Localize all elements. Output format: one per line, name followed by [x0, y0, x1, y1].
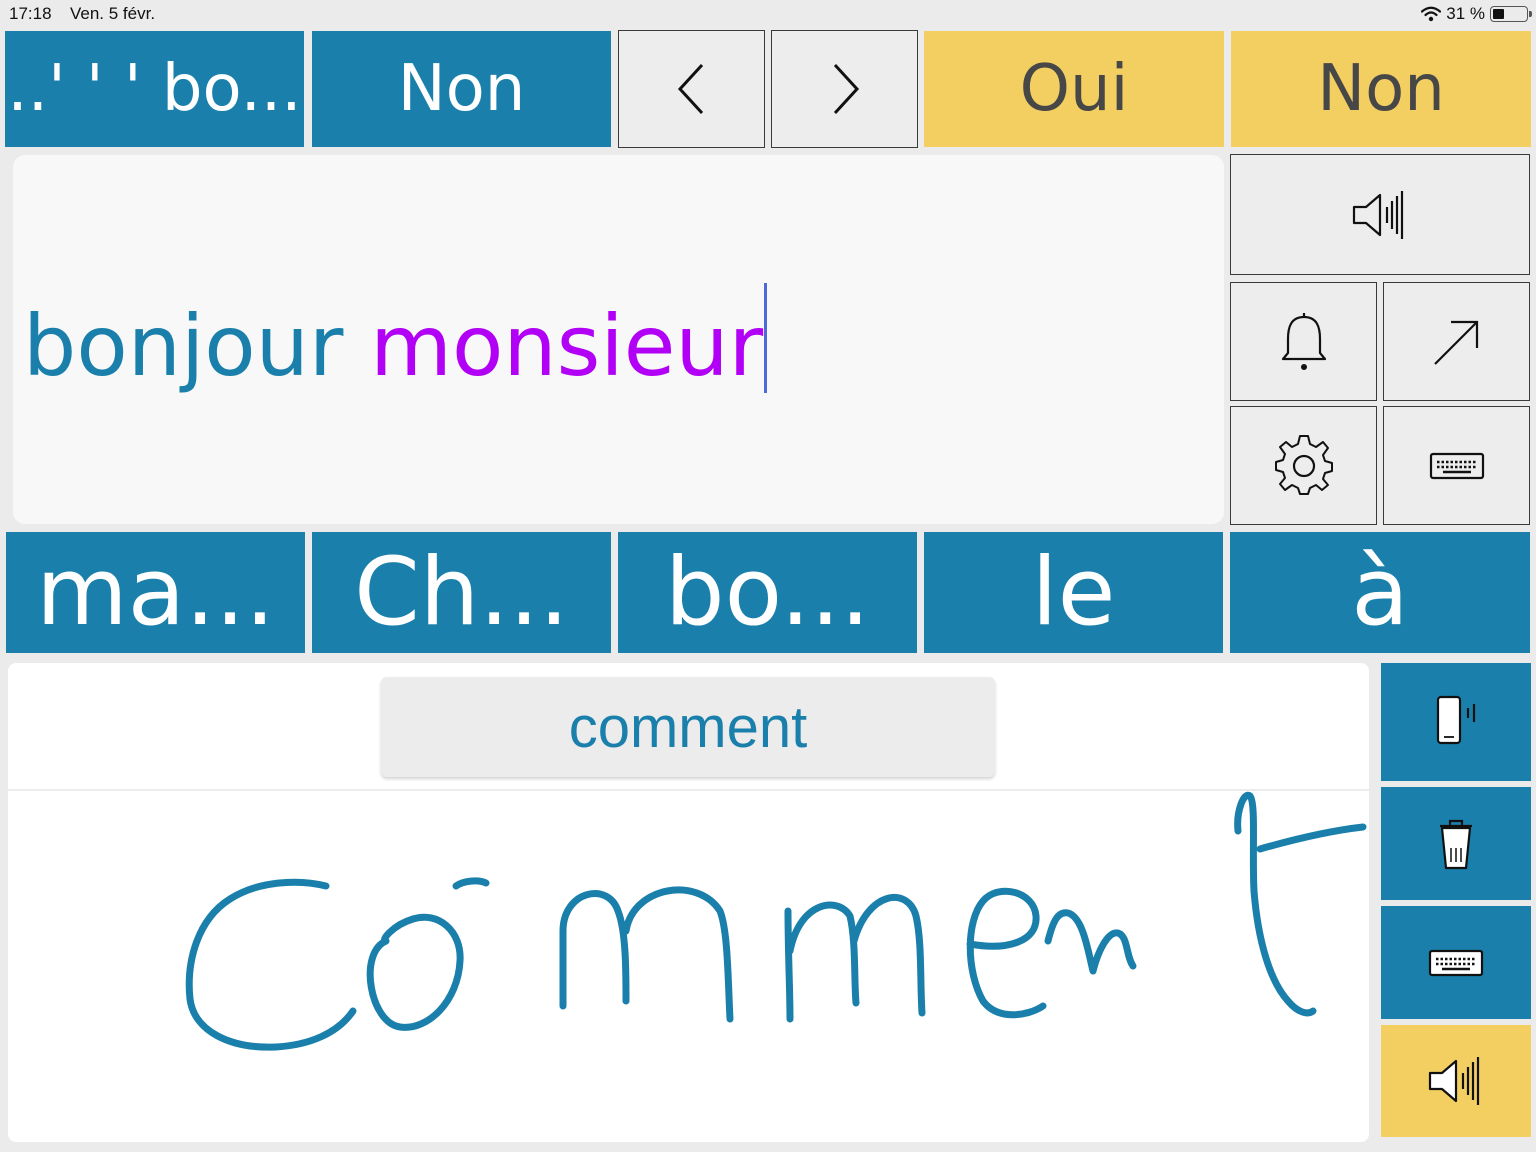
trash-icon	[1440, 819, 1472, 869]
previous-button[interactable]	[618, 30, 765, 148]
status-time: 17:18	[9, 4, 52, 23]
gear-icon	[1274, 434, 1333, 495]
chevron-left-icon	[677, 63, 703, 115]
wifi-icon	[1421, 6, 1442, 22]
delete-button[interactable]	[1381, 787, 1531, 900]
message-text-area[interactable]: bonjour monsieur	[13, 155, 1224, 524]
status-date: Ven. 5 févr.	[70, 4, 156, 23]
keyboard-switch-button[interactable]	[1381, 906, 1531, 1019]
speak-button[interactable]	[1230, 154, 1530, 275]
settings-button[interactable]	[1230, 406, 1377, 525]
message-word-monsieur: monsieur	[370, 297, 764, 395]
non-button[interactable]: Non	[312, 31, 611, 147]
recognition-suggestion-button[interactable]: comment	[381, 677, 995, 777]
history-label: ..' ' ' bo...	[7, 52, 302, 126]
status-right: 31 %	[1421, 4, 1532, 24]
handwriting-canvas[interactable]	[8, 791, 1369, 1142]
chevron-right-icon	[833, 63, 859, 115]
prediction-5-label: à	[1351, 538, 1409, 647]
prediction-4[interactable]: le	[924, 532, 1223, 653]
speak-yellow-button[interactable]	[1381, 1025, 1531, 1137]
battery-icon	[1490, 6, 1532, 22]
non-yellow-label: Non	[1317, 52, 1445, 126]
oui-label: Oui	[1019, 52, 1129, 126]
keyboard-icon	[1428, 949, 1484, 976]
prediction-4-label: le	[1031, 538, 1116, 647]
prediction-5[interactable]: à	[1230, 532, 1530, 653]
bell-icon	[1281, 312, 1326, 370]
handwriting-panel: comment	[8, 663, 1369, 1142]
battery-percent: 31 %	[1446, 4, 1485, 23]
arrow-up-right-icon	[1433, 320, 1478, 365]
prediction-2-label: Ch...	[354, 538, 569, 647]
keyboard-icon	[1429, 452, 1484, 479]
speaker-icon	[1352, 190, 1404, 239]
prediction-1[interactable]: ma...	[6, 532, 305, 653]
message-text: bonjour monsieur	[23, 283, 768, 395]
phone-vibrate-icon	[1436, 695, 1476, 745]
history-button[interactable]: ..' ' ' bo...	[5, 31, 304, 147]
message-word-bonjour: bonjour	[23, 297, 344, 395]
prediction-3-label: bo...	[664, 538, 871, 647]
share-button[interactable]	[1383, 282, 1530, 401]
vibrate-button[interactable]	[1381, 663, 1531, 781]
prediction-1-label: ma...	[36, 538, 275, 647]
alert-button[interactable]	[1230, 282, 1377, 401]
prediction-3[interactable]: bo...	[618, 532, 917, 653]
keyboard-button[interactable]	[1383, 406, 1530, 525]
recognition-suggestion-label: comment	[568, 694, 808, 760]
non-label: Non	[397, 52, 526, 126]
status-bar: 17:18 Ven. 5 févr. 31 %	[0, 0, 1536, 28]
prediction-2[interactable]: Ch...	[312, 532, 611, 653]
next-button[interactable]	[771, 30, 918, 148]
oui-button[interactable]: Oui	[924, 31, 1224, 147]
text-caret	[764, 283, 768, 393]
speaker-icon	[1428, 1057, 1480, 1105]
non-yellow-button[interactable]: Non	[1231, 31, 1531, 147]
